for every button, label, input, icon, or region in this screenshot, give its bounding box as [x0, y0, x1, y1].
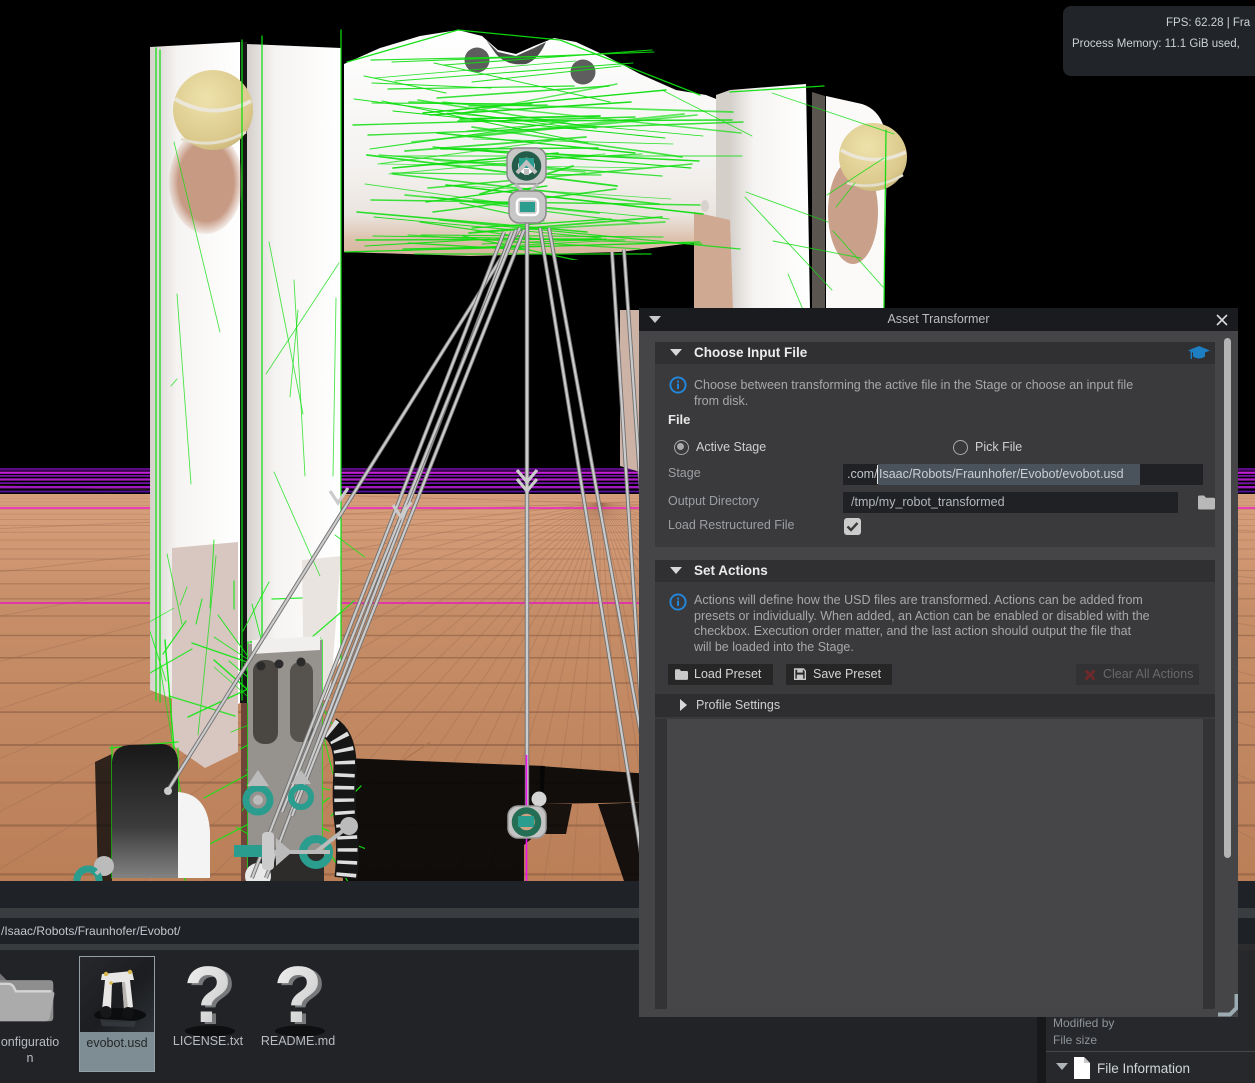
svg-text:?: ? — [274, 958, 323, 1038]
svg-text:?: ? — [184, 958, 233, 1038]
